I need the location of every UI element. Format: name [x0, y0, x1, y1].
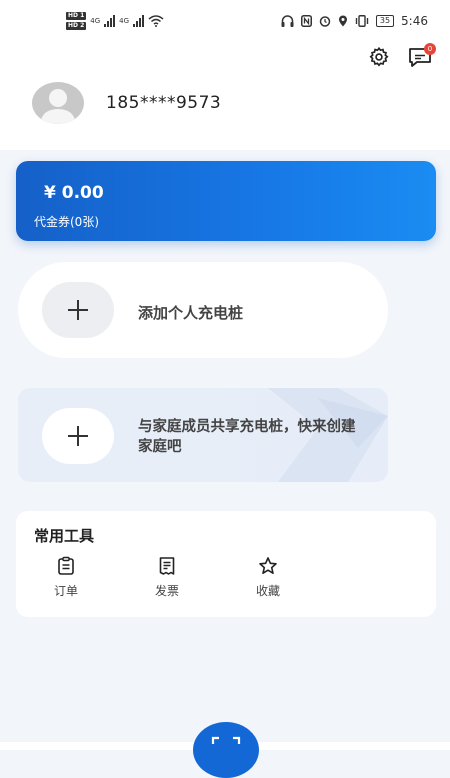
tool-favorites-label: 收藏 [255, 584, 280, 598]
network-type-2: 4G [119, 17, 130, 25]
voucher-count[interactable]: 代金券(0张) [34, 213, 99, 230]
hd-2-badge: HD 2 [66, 22, 87, 30]
scan-button[interactable] [193, 722, 259, 778]
create-family-label: 与家庭成员共享充电桩，快来创建家庭吧 [138, 419, 356, 455]
tool-orders[interactable]: 订单 [46, 556, 86, 599]
alarm-icon [319, 16, 331, 27]
common-tools-title: 常用工具 [34, 527, 95, 545]
status-time: 5:46 [401, 14, 428, 28]
add-personal-pile-label: 添加个人充电桩 [138, 304, 244, 322]
signal-2-icon [133, 15, 145, 27]
avatar[interactable] [32, 82, 84, 124]
tool-orders-label: 订单 [53, 584, 78, 598]
create-family-button[interactable] [42, 408, 114, 464]
hd-indicators: HD 1 HD 2 [66, 12, 87, 30]
wifi-icon [148, 15, 164, 27]
tool-invoices[interactable]: 发票 [147, 556, 187, 599]
star-icon [259, 557, 277, 574]
scan-icon [211, 736, 241, 744]
user-phone[interactable]: 185****9573 [106, 93, 221, 113]
tool-favorites[interactable]: 收藏 [248, 556, 288, 599]
plus-icon [68, 426, 88, 446]
signal-1-icon [104, 15, 116, 27]
location-icon [338, 15, 347, 27]
nfc-icon [300, 15, 312, 27]
hd-1-badge: HD 1 [66, 12, 87, 20]
gear-icon[interactable] [368, 46, 390, 68]
status-bar-left: HD 1 HD 2 4G 4G [66, 12, 164, 30]
add-personal-pile-button[interactable] [42, 282, 114, 338]
order-icon [58, 556, 74, 575]
wallet-balance: ¥ 0.00 [44, 183, 104, 203]
vibrate-icon [355, 15, 369, 27]
battery-indicator: 35 [375, 15, 395, 27]
invoice-icon [159, 557, 175, 575]
headphones-icon [281, 15, 294, 27]
network-type-1: 4G [90, 17, 101, 25]
message-badge: 0 [424, 43, 436, 55]
status-bar-right: 35 5:46 [281, 14, 428, 28]
plus-icon [68, 300, 88, 320]
avatar-person-icon [40, 89, 76, 124]
tool-invoices-label: 发票 [154, 584, 179, 598]
